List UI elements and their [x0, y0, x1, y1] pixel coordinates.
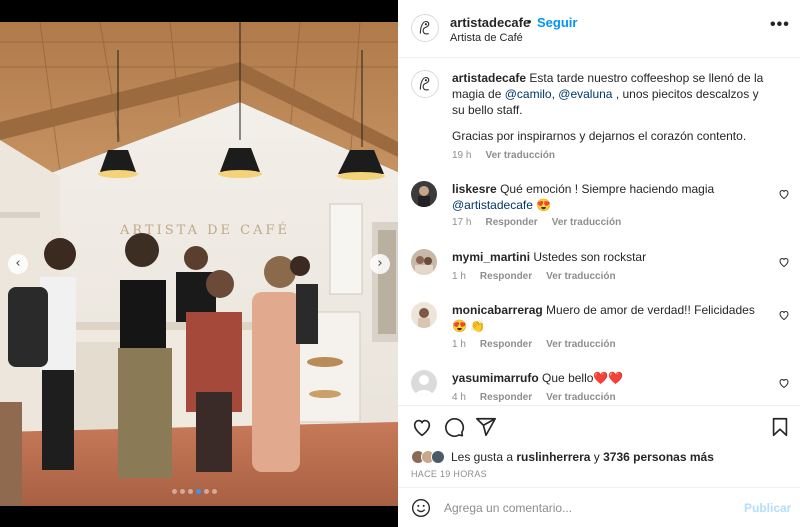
- comment-bubble-icon[interactable]: [443, 416, 465, 438]
- save-bookmark-icon[interactable]: [769, 416, 791, 438]
- likes-count[interactable]: 3736 personas más: [603, 450, 714, 464]
- caption-username[interactable]: artistadecafe: [452, 71, 526, 85]
- comment-text: mymi_martini Ustedes son rockstar: [452, 249, 768, 265]
- add-comment-bar: Publicar: [398, 487, 800, 527]
- mention-link[interactable]: @evaluna: [558, 87, 612, 101]
- emoji-icon[interactable]: [411, 498, 431, 518]
- comment-text: monicabarrerag Muero de amor de verdad!!…: [452, 302, 768, 334]
- comment-text: liskesre Qué emoción ! Siempre haciendo …: [452, 181, 768, 213]
- comment-meta: 1 h Responder Ver traducción: [452, 339, 616, 350]
- carousel-dot: [212, 489, 217, 494]
- translate-button[interactable]: Ver traducción: [546, 271, 615, 282]
- translate-button[interactable]: Ver traducción: [546, 339, 615, 350]
- caption-text: artistadecafe Esta tarde nuestro coffees…: [452, 70, 768, 118]
- comment-meta: 4 h Responder Ver traducción: [452, 392, 616, 403]
- comment-text: yasumimarrufo Que bello❤️❤️: [452, 370, 768, 386]
- like-comment-heart-icon[interactable]: [778, 309, 790, 321]
- mention-link[interactable]: @artistadecafe: [452, 198, 533, 212]
- more-options-icon[interactable]: •••: [770, 16, 790, 34]
- header-username[interactable]: artistadecafe: [450, 15, 530, 30]
- translate-button[interactable]: Ver traducción: [485, 150, 554, 161]
- account-avatar[interactable]: [411, 14, 439, 42]
- publish-button[interactable]: Publicar: [744, 501, 791, 515]
- carousel-dot: [188, 489, 193, 494]
- mention-link[interactable]: @camilo: [505, 87, 552, 101]
- comments-list[interactable]: artistadecafe Esta tarde nuestro coffees…: [398, 59, 800, 405]
- post-actions: Les gusta a ruslinherrera y 3736 persona…: [398, 405, 800, 487]
- logo-icon: [412, 15, 438, 41]
- header-subtitle[interactable]: Artista de Café: [450, 32, 523, 44]
- comment-body: Ustedes son rockstar: [533, 250, 647, 264]
- translate-button[interactable]: Ver traducción: [552, 217, 621, 228]
- comment-time: 1 h: [452, 271, 466, 282]
- comment-time: 17 h: [452, 217, 472, 228]
- follow-button[interactable]: Seguir: [537, 15, 577, 30]
- comment-emoji: 👏: [470, 319, 486, 333]
- carousel-dots: [172, 489, 217, 494]
- next-photo-button[interactable]: ›: [370, 254, 390, 274]
- comment-username[interactable]: yasumimarrufo: [452, 371, 539, 385]
- caption-paragraph: Gracias por inspirarnos y dejarnos el co…: [452, 129, 747, 143]
- like-heart-icon[interactable]: [411, 416, 433, 438]
- default-avatar-icon: [411, 370, 437, 396]
- caption-meta: 19 h Ver traducción: [452, 150, 555, 161]
- carousel-dot: [204, 489, 209, 494]
- reply-button[interactable]: Responder: [480, 392, 532, 403]
- comment-body: Qué emoción ! Siempre haciendo magia: [500, 182, 715, 196]
- like-comment-heart-icon[interactable]: [778, 188, 790, 200]
- caption-body-2: ,: [551, 87, 555, 101]
- share-send-icon[interactable]: [475, 416, 497, 438]
- likes-prefix: Les gusta a: [451, 450, 514, 464]
- likes-text: Les gusta a ruslinherrera y 3736 persona…: [451, 450, 714, 464]
- comment-emoji: 😍: [536, 198, 552, 212]
- carousel-dot: [180, 489, 185, 494]
- likes-connector: y: [593, 450, 600, 464]
- carousel-dot: [172, 489, 177, 494]
- translate-button[interactable]: Ver traducción: [546, 392, 615, 403]
- comment-time: 4 h: [452, 392, 466, 403]
- post-photo[interactable]: ARTISTA DE CAFÉ ‹ ›: [0, 0, 398, 527]
- likes-summary[interactable]: Les gusta a ruslinherrera y 3736 persona…: [411, 450, 714, 464]
- carousel-dot-active: [196, 489, 201, 494]
- logo-icon: [412, 71, 438, 97]
- liker-username[interactable]: ruslinherrera: [516, 450, 590, 464]
- comment-time: 1 h: [452, 339, 466, 350]
- instagram-post-modal: ARTISTA DE CAFÉ ‹ › artistadecafe • Segu…: [0, 0, 800, 527]
- comment-username[interactable]: mymi_martini: [452, 250, 530, 264]
- reply-button[interactable]: Responder: [480, 271, 532, 282]
- previous-photo-button[interactable]: ‹: [8, 254, 28, 274]
- reply-button[interactable]: Responder: [480, 339, 532, 350]
- caption-time: 19 h: [452, 150, 472, 161]
- coffeeshop-photo: ARTISTA DE CAFÉ: [0, 22, 398, 506]
- comment-username[interactable]: liskesre: [452, 182, 497, 196]
- comment-avatar[interactable]: [411, 249, 437, 275]
- post-side-panel: artistadecafe • Seguir Artista de Café •…: [398, 0, 800, 527]
- comment-avatar[interactable]: [411, 302, 437, 328]
- comment-meta: 17 h Responder Ver traducción: [452, 217, 621, 228]
- comment-meta: 1 h Responder Ver traducción: [452, 271, 616, 282]
- header-separator: •: [527, 14, 532, 29]
- comment-input[interactable]: [444, 500, 724, 516]
- caption-avatar[interactable]: [411, 70, 439, 98]
- post-header: artistadecafe • Seguir Artista de Café •…: [398, 0, 800, 58]
- comment-body: Que bello❤️❤️: [542, 371, 624, 385]
- reply-button[interactable]: Responder: [485, 217, 537, 228]
- comment-avatar[interactable]: [411, 181, 437, 207]
- like-comment-heart-icon[interactable]: [778, 377, 790, 389]
- comment-username[interactable]: monicabarrerag: [452, 303, 543, 317]
- comment-avatar[interactable]: [411, 370, 437, 396]
- liker-avatar: [431, 450, 445, 464]
- like-comment-heart-icon[interactable]: [778, 256, 790, 268]
- post-time: HACE 19 HORAS: [411, 469, 487, 479]
